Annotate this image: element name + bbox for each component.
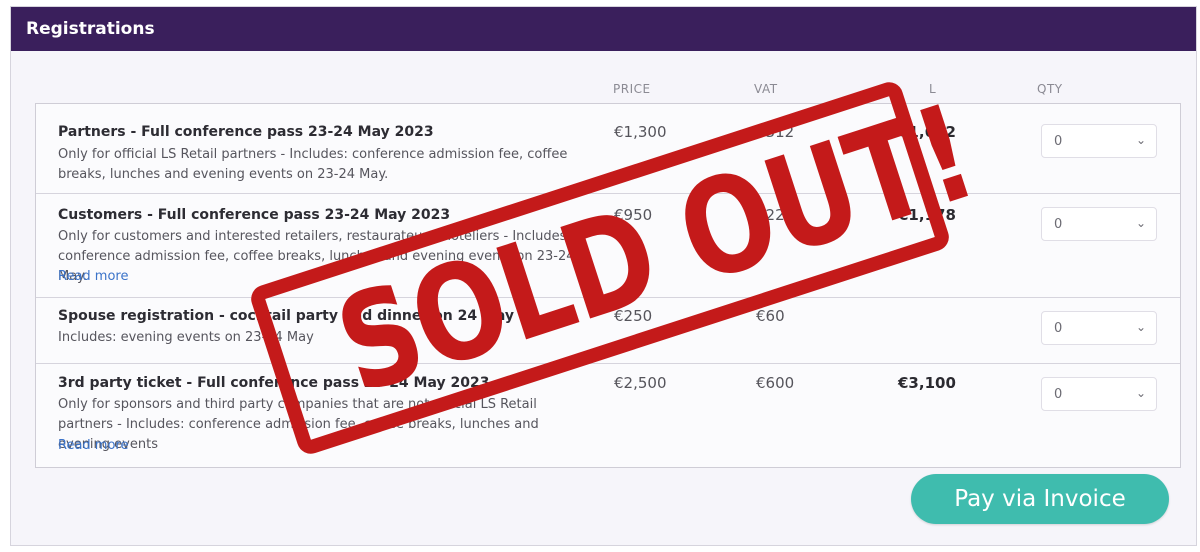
registration-table: Partners - Full conference pass 23-24 Ma… [35,103,1181,468]
row-description: Only for sponsors and third party compan… [58,397,539,452]
row-title: Spouse registration - cocktail party and… [58,308,515,324]
pay-via-invoice-button[interactable]: Pay via Invoice [911,474,1169,524]
quantity-value: 0 [1054,217,1063,232]
column-header-vat: VAT [754,82,778,96]
quantity-select[interactable]: 0 ⌄ [1041,124,1157,158]
price-cell: €1,300 [614,123,667,141]
row-description: Only for customers and interested retail… [58,229,575,284]
panel-header: Registrations [11,7,1196,51]
chevron-down-icon: ⌄ [1135,216,1146,230]
vat-cell: €60 [756,307,785,325]
price-cell: €950 [614,206,653,224]
quantity-select[interactable]: 0 ⌄ [1041,207,1157,241]
row-description: Includes: evening events on 23-24 May [58,330,314,345]
vat-cell: €228 [756,206,795,224]
price-cell: €250 [614,307,653,325]
column-header-price: PRICE [613,82,651,96]
row-title: Partners - Full conference pass 23-24 Ma… [58,124,434,140]
vat-cell: €312 [756,123,795,141]
column-header-qty: QTY [1037,82,1063,96]
read-more-link[interactable]: Read more [58,438,128,453]
table-row: 3rd party ticket - Full conference pass … [36,363,1180,467]
total-cell: €1,178 [898,206,956,224]
chevron-down-icon: ⌄ [1135,133,1146,147]
vat-cell: €600 [756,374,795,392]
row-title: 3rd party ticket - Full conference pass … [58,375,490,391]
table-row: Partners - Full conference pass 23-24 Ma… [36,104,1180,194]
row-title: Customers - Full conference pass 23-24 M… [58,207,451,223]
panel-title: Registrations [26,19,155,39]
quantity-value: 0 [1054,134,1063,149]
row-description: Only for official LS Retail partners - I… [58,147,568,182]
chevron-down-icon: ⌄ [1135,386,1146,400]
quantity-value: 0 [1054,387,1063,402]
price-cell: €2,500 [614,374,667,392]
quantity-select[interactable]: 0 ⌄ [1041,311,1157,345]
read-more-link[interactable]: Read more [58,269,128,284]
table-row: Customers - Full conference pass 23-24 M… [36,193,1180,298]
total-cell: €1,612 [898,123,956,141]
registrations-panel: Registrations PRICE VAT L QTY Partners -… [10,6,1197,546]
table-row: Spouse registration - cocktail party and… [36,297,1180,364]
quantity-select[interactable]: 0 ⌄ [1041,377,1157,411]
chevron-down-icon: ⌄ [1135,320,1146,334]
quantity-value: 0 [1054,321,1063,336]
column-header-total: L [929,82,937,96]
total-cell: €3,100 [898,374,956,392]
